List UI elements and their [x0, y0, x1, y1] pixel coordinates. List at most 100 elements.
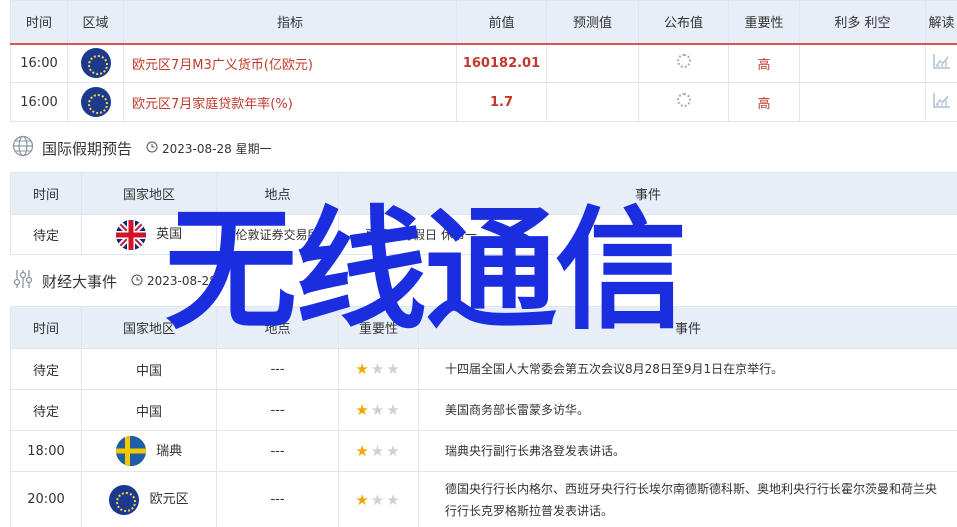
- eu-flag-icon: [80, 48, 111, 79]
- table-row: 待定 中国 --- ★★★ 十四届全国人大常委会第五次会议8月28日至9月1日在…: [10, 348, 957, 390]
- row-time: 20:00: [10, 471, 82, 527]
- col-place: 地点: [216, 306, 339, 349]
- country-name: 欧元区: [149, 492, 189, 507]
- indicator-table-header: 时间 区域 指标 前值 预测值 公布值 重要性 利多 利空 解读: [10, 0, 957, 45]
- star-filled-icon: ★: [355, 442, 371, 460]
- country-name: 中国: [81, 348, 217, 390]
- col-country: 国家地区: [81, 306, 217, 349]
- forecast-value: [546, 43, 639, 83]
- events-table-header: 时间 国家地区 地点 重要性 事件: [10, 306, 957, 349]
- country-name: 瑞典: [156, 443, 183, 459]
- events-section-header: 财经大事件 2023-08-28: [12, 266, 217, 296]
- row-time: 待定: [10, 389, 82, 431]
- indicator-table: 时间 区域 指标 前值 预测值 公布值 重要性 利多 利空 解读 16:00 欧…: [10, 0, 957, 122]
- col-forecast: 预测值: [546, 0, 639, 45]
- star-rating: ★★★: [338, 348, 419, 390]
- star-empty-icon: ★: [370, 490, 387, 509]
- importance-value: 高: [728, 43, 800, 83]
- uk-flag-icon: [115, 219, 146, 250]
- star-empty-icon: ★: [386, 442, 402, 460]
- holiday-section-title: 国际假期预告: [42, 139, 133, 158]
- holiday-table-header: 时间 国家地区 地点 事件: [10, 172, 957, 215]
- chart-icon[interactable]: [932, 92, 951, 108]
- table-row: 16:00 欧元区7月M3广义货币(亿欧元) 160182.01 高: [10, 43, 957, 83]
- col-time: 时间: [10, 172, 82, 215]
- table-row: 待定 中国 --- ★★★ 美国商务部长雷蒙多访华。: [10, 389, 957, 431]
- col-importance: 重要性: [728, 0, 800, 45]
- bull-bear-value: [799, 82, 926, 122]
- event-text: 十四届全国人大常委会第五次会议8月28日至9月1日在京举行。: [418, 348, 957, 390]
- col-event: 事件: [418, 306, 957, 349]
- row-time: 待定: [10, 214, 82, 255]
- prev-value: 1.7: [456, 82, 547, 122]
- row-time: 18:00: [10, 430, 82, 472]
- star-empty-icon: ★: [370, 442, 387, 460]
- table-row: 20:00 欧元区 --- ★★★ 德国央行行长内格尔、西班牙央行行长埃尔南德斯…: [10, 471, 957, 527]
- star-filled-icon: ★: [355, 360, 371, 378]
- col-actual: 公布值: [638, 0, 729, 45]
- events-date: 2023-08-28: [147, 274, 217, 288]
- eu-flag-icon: [109, 484, 140, 515]
- loading-spinner-icon: [676, 54, 691, 69]
- country-name: 英国: [156, 227, 183, 242]
- events-section-title: 财经大事件: [42, 272, 118, 291]
- place-name: ---: [216, 348, 339, 390]
- table-row: 待定 英国 伦敦证券交易所 夏季银行假日 休市一: [10, 214, 957, 255]
- star-empty-icon: ★: [386, 401, 402, 419]
- sweden-flag-icon: [115, 436, 146, 466]
- place-name: ---: [216, 430, 339, 472]
- star-empty-icon: ★: [370, 360, 387, 378]
- star-rating: ★★★: [338, 471, 419, 527]
- place-name: ---: [216, 471, 339, 527]
- eu-flag-icon: [80, 87, 111, 117]
- star-empty-icon: ★: [370, 401, 387, 419]
- col-time: 时间: [10, 306, 82, 349]
- event-text: 德国央行行长内格尔、西班牙央行行长埃尔南德斯德科斯、奥地利央行行长霍尔茨曼和荷兰…: [418, 471, 957, 527]
- col-place: 地点: [216, 172, 339, 215]
- events-table: 时间 国家地区 地点 重要性 事件 待定 中国 --- ★★★ 十四届全国人大常…: [10, 306, 957, 527]
- col-region: 区域: [67, 0, 124, 45]
- holiday-date: 2023-08-28 星期一: [162, 141, 272, 156]
- table-row: 16:00 欧元区7月家庭贷款年率(%) 1.7 高: [10, 82, 957, 122]
- importance-value: 高: [728, 82, 800, 122]
- indicator-link[interactable]: 欧元区7月M3广义货币(亿欧元): [123, 43, 457, 83]
- star-filled-icon: ★: [355, 401, 371, 419]
- star-empty-icon: ★: [386, 490, 402, 509]
- indicator-link[interactable]: 欧元区7月家庭贷款年率(%): [123, 82, 457, 122]
- chart-icon[interactable]: [932, 53, 951, 69]
- interpret-cell[interactable]: [925, 82, 957, 122]
- col-prev: 前值: [456, 0, 547, 45]
- holiday-section-header: 国际假期预告 2023-08-28 星期一: [12, 133, 272, 163]
- event-text: 瑞典央行副行长弗洛登发表讲话。: [418, 430, 957, 472]
- place-name: ---: [216, 389, 339, 431]
- col-indicator: 指标: [123, 0, 457, 45]
- place-name: 伦敦证券交易所: [216, 214, 339, 255]
- row-time: 16:00: [10, 43, 68, 83]
- prev-value: 160182.01: [456, 43, 547, 83]
- star-rating: ★★★: [338, 430, 419, 472]
- loading-spinner-icon: [676, 93, 691, 107]
- col-importance: 重要性: [338, 306, 419, 349]
- event-text: 美国商务部长雷蒙多访华。: [418, 389, 957, 431]
- forecast-value: [546, 82, 639, 122]
- sliders-icon: [12, 268, 34, 294]
- row-time: 待定: [10, 348, 82, 390]
- interpret-cell[interactable]: [925, 43, 957, 83]
- bull-bear-value: [799, 43, 926, 83]
- col-bull-bear: 利多 利空: [799, 0, 926, 45]
- clock-icon: [146, 141, 158, 156]
- globe-icon: [12, 135, 34, 161]
- holiday-table: 时间 国家地区 地点 事件 待定 英国 伦敦证券交易所 夏季银行假日 休市一: [10, 172, 957, 255]
- country-name: 中国: [81, 389, 217, 431]
- col-event: 事件: [338, 172, 957, 215]
- star-filled-icon: ★: [355, 490, 371, 509]
- star-rating: ★★★: [338, 389, 419, 431]
- event-text: 夏季银行假日 休市一: [338, 214, 957, 255]
- row-time: 16:00: [10, 82, 68, 122]
- col-interpret: 解读: [925, 0, 957, 45]
- star-empty-icon: ★: [386, 360, 402, 378]
- col-time: 时间: [10, 0, 68, 45]
- table-row: 18:00 瑞典 --- ★★★ 瑞典央行副行长弗洛登发表讲话。: [10, 430, 957, 472]
- col-country: 国家地区: [81, 172, 217, 215]
- clock-icon: [131, 274, 143, 289]
